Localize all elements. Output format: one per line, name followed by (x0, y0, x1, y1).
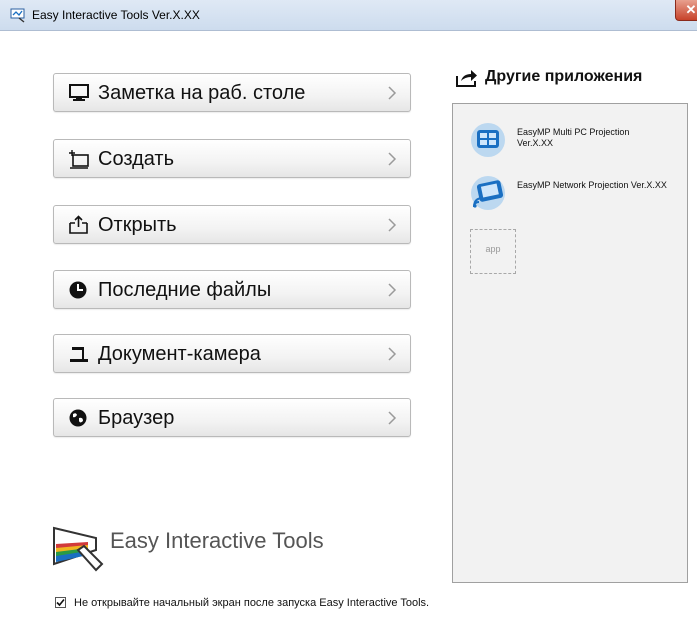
desktop-note-button[interactable]: Заметка на раб. столе (53, 73, 411, 112)
browser-button[interactable]: Браузер (53, 398, 411, 437)
checkmark-icon (56, 598, 65, 607)
create-button[interactable]: Создать (53, 139, 411, 178)
open-button[interactable]: Открыть (53, 205, 411, 244)
desktop-note-label: Заметка на раб. столе (98, 82, 306, 104)
chevron-right-icon (388, 86, 397, 100)
open-folder-icon (69, 215, 88, 234)
close-icon: ✕ (685, 2, 697, 17)
title-bar: Easy Interactive Tools Ver.X.XX ✕ (0, 0, 697, 31)
document-camera-icon (70, 347, 88, 362)
app-name: EasyMP Network Projection Ver.X.XX (517, 180, 667, 190)
new-board-icon (69, 150, 89, 169)
other-apps-title: Другие приложения (485, 68, 643, 85)
multi-pc-projection-icon (471, 123, 505, 157)
browser-label: Браузер (98, 407, 175, 429)
chevron-right-icon (388, 218, 397, 232)
monitor-icon (69, 84, 89, 101)
chevron-right-icon (388, 152, 397, 166)
clock-icon (69, 281, 87, 299)
app-placeholder-label: app (485, 244, 501, 254)
startup-checkbox-label: Не открывайте начальный экран после запу… (74, 597, 430, 609)
recent-files-label: Последние файлы (98, 279, 272, 301)
chevron-right-icon (388, 283, 397, 297)
share-arrow-icon (456, 70, 477, 87)
logo-icon (53, 526, 104, 572)
document-camera-button[interactable]: Документ-камера (53, 334, 411, 373)
chevron-right-icon (388, 347, 397, 361)
app-name: EasyMP Multi PC Projection Ver.X.XX (517, 127, 630, 148)
document-camera-label: Документ-камера (98, 343, 261, 365)
close-button[interactable]: ✕ (675, 0, 697, 21)
app-placeholder-slot[interactable]: app (470, 229, 516, 274)
app-multi-pc-projection[interactable]: EasyMP Multi PC Projection Ver.X.XX (469, 121, 669, 161)
network-projection-icon (471, 176, 505, 210)
startup-checkbox[interactable] (55, 597, 66, 608)
other-apps-panel: EasyMP Multi PC Projection Ver.X.XX Easy… (452, 103, 688, 583)
create-label: Создать (98, 148, 175, 170)
globe-icon (69, 409, 87, 427)
app-network-projection[interactable]: EasyMP Network Projection Ver.X.XX (469, 174, 669, 214)
logo-text: Easy Interactive Tools (110, 528, 324, 553)
recent-files-button[interactable]: Последние файлы (53, 270, 411, 309)
app-icon (10, 8, 25, 23)
window-title: Easy Interactive Tools Ver.X.XX (32, 8, 200, 22)
open-label: Открыть (98, 214, 177, 236)
easy-interactive-tools-logo: Easy Interactive Tools (52, 524, 352, 574)
chevron-right-icon (388, 411, 397, 425)
